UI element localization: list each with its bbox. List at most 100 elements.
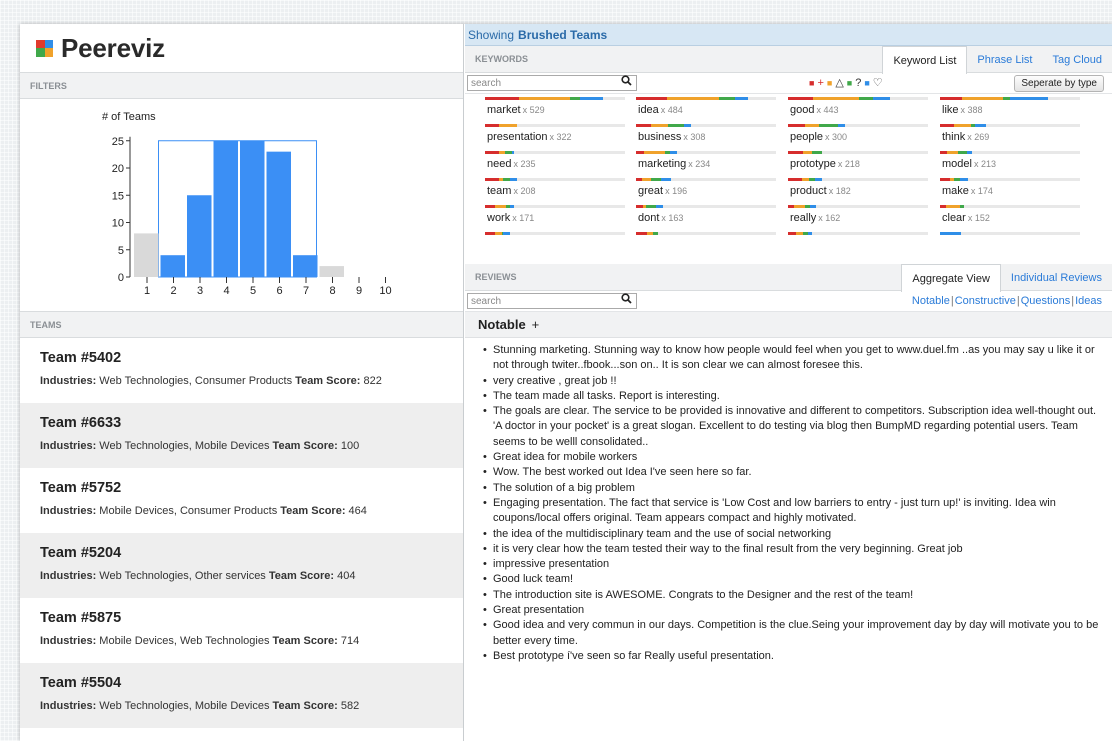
keywords-title: KEYWORDS	[475, 54, 529, 64]
team-name[interactable]: Team #5204	[40, 545, 463, 561]
tab-keyword-list[interactable]: Keyword List	[882, 46, 968, 74]
keyword-item[interactable]: like x 388	[940, 97, 1080, 123]
legend-symbol[interactable]: △	[835, 76, 843, 89]
keyword-item[interactable]: market x 529	[485, 97, 625, 123]
tab-individual-reviews[interactable]: Individual Reviews	[1001, 264, 1112, 291]
keyword-item[interactable]: really x 162	[788, 205, 928, 231]
keyword-bar-segment	[511, 151, 515, 154]
team-row[interactable]: Team #5875 Industries: Mobile Devices, We…	[20, 598, 463, 663]
tab-phrase-list[interactable]: Phrase List	[967, 46, 1042, 73]
legend-symbol[interactable]: +	[817, 77, 823, 89]
keyword-count: x 443	[816, 105, 839, 115]
expand-plus-icon[interactable]: +	[532, 317, 540, 332]
keyword-item[interactable]: team x 208	[485, 178, 625, 204]
keyword-bar-segment	[570, 97, 581, 100]
team-industries: Mobile Devices, Web Technologies	[99, 635, 270, 647]
showing-prefix: Showing	[468, 27, 515, 42]
keyword-type-bar	[940, 232, 1080, 235]
keywords-tabs: Keyword List Phrase List Tag Cloud	[882, 46, 1112, 74]
keyword-bar-segment	[510, 205, 515, 208]
keyword-bar-segment	[494, 205, 506, 208]
keyword-item[interactable]	[788, 232, 928, 258]
keyword-item[interactable]: presentation x 322	[485, 124, 625, 150]
keyword-bar-segment	[580, 97, 603, 100]
filter-questions-link[interactable]: Questions	[1021, 295, 1071, 307]
reviews-tabs: Aggregate View Individual Reviews	[901, 264, 1112, 292]
keyword-item[interactable]: good x 443	[788, 97, 928, 123]
keyword-item[interactable]: product x 182	[788, 178, 928, 204]
tab-aggregate-view[interactable]: Aggregate View	[901, 264, 1001, 292]
filter-ideas-link[interactable]: Ideas	[1075, 295, 1102, 307]
filter-constructive-link[interactable]: Constructive	[955, 295, 1016, 307]
keyword-item[interactable]: great x 196	[636, 178, 776, 204]
keyword-item[interactable]: work x 171	[485, 205, 625, 231]
tab-tag-cloud[interactable]: Tag Cloud	[1042, 46, 1112, 73]
team-row[interactable]: Team #5402 Industries: Web Technologies, …	[20, 338, 463, 403]
keyword-item[interactable]: model x 213	[940, 151, 1080, 177]
x-tick-label: 4	[223, 285, 229, 297]
team-name[interactable]: Team #5752	[40, 480, 463, 496]
keyword-item[interactable]: prototype x 218	[788, 151, 928, 177]
histogram-bar[interactable]	[266, 151, 292, 277]
legend-symbol[interactable]: ■	[864, 78, 869, 88]
keyword-type-bar	[788, 178, 928, 181]
keyword-label: marketing x 234	[638, 158, 710, 170]
filter-notable-link[interactable]: Notable	[912, 295, 950, 307]
histogram-bar[interactable]	[293, 255, 318, 277]
keyword-search-input[interactable]	[467, 75, 637, 91]
review-item: Great presentation	[483, 603, 1104, 619]
keyword-item[interactable]	[636, 232, 776, 258]
link-separator: |	[950, 295, 954, 307]
legend-symbol[interactable]: ■	[809, 78, 814, 88]
legend-symbol[interactable]: ■	[827, 78, 832, 88]
keyword-item[interactable]: people x 300	[788, 124, 928, 150]
legend-symbol[interactable]: ■	[847, 78, 852, 88]
keyword-label: presentation x 322	[487, 131, 572, 143]
histogram-bar[interactable]	[213, 140, 239, 277]
keyword-item[interactable]	[940, 232, 1080, 258]
team-row[interactable]: Team #5752 Industries: Mobile Devices, Co…	[20, 468, 463, 533]
x-tick-label: 9	[356, 285, 362, 297]
team-name[interactable]: Team #5875	[40, 610, 463, 626]
team-name[interactable]: Team #6633	[40, 415, 463, 431]
histogram-bar[interactable]	[134, 233, 159, 277]
team-row[interactable]: Team #5504 Industries: Web Technologies, …	[20, 663, 463, 728]
separate-by-type-button[interactable]: Seperate by type	[1014, 75, 1104, 92]
keyword-item[interactable]: need x 235	[485, 151, 625, 177]
review-search-input[interactable]	[467, 293, 637, 309]
team-name[interactable]: Team #5504	[40, 675, 463, 691]
keyword-label: great x 196	[638, 185, 687, 197]
histogram-bar[interactable]	[319, 266, 345, 277]
search-icon[interactable]	[621, 75, 632, 89]
keyword-item[interactable]: clear x 152	[940, 205, 1080, 231]
legend-symbol[interactable]: ♡	[873, 76, 883, 89]
team-row[interactable]: Team #6633 Industries: Web Technologies, …	[20, 403, 463, 468]
x-tick-label: 5	[250, 285, 256, 297]
histogram-bar[interactable]	[240, 140, 265, 277]
histogram-bar[interactable]	[187, 195, 212, 277]
keyword-item[interactable]: marketing x 234	[636, 151, 776, 177]
keyword-bar-segment	[669, 151, 677, 154]
search-icon[interactable]	[621, 293, 632, 307]
keyword-label: clear x 152	[942, 212, 990, 224]
keyword-bar-segment	[485, 97, 519, 100]
keyword-bar-segment	[485, 124, 499, 127]
teams-histogram[interactable]: 0 5 10 15 20 25 # of Teams 1 2 3 4 5 6 7 8 9 10	[20, 99, 464, 311]
keyword-count: x 322	[549, 132, 572, 142]
team-row[interactable]: Team #5204 Industries: Web Technologies, …	[20, 533, 463, 598]
legend-symbol[interactable]: ?	[855, 77, 861, 89]
keyword-item[interactable]	[485, 232, 625, 258]
review-item: The goals are clear. The service to be p…	[483, 404, 1104, 450]
team-name[interactable]: Team #5402	[40, 350, 463, 366]
showing-value: Brushed Teams	[518, 27, 608, 42]
keyword-type-bar	[636, 232, 776, 235]
keyword-item[interactable]: think x 269	[940, 124, 1080, 150]
keyword-item[interactable]: dont x 163	[636, 205, 776, 231]
keyword-bar-segment	[636, 124, 652, 127]
keyword-label: product x 182	[790, 185, 851, 197]
keyword-item[interactable]: business x 308	[636, 124, 776, 150]
keyword-bar-segment	[485, 205, 495, 208]
keyword-item[interactable]: idea x 484	[636, 97, 776, 123]
histogram-bar[interactable]	[160, 255, 186, 277]
keyword-item[interactable]: make x 174	[940, 178, 1080, 204]
